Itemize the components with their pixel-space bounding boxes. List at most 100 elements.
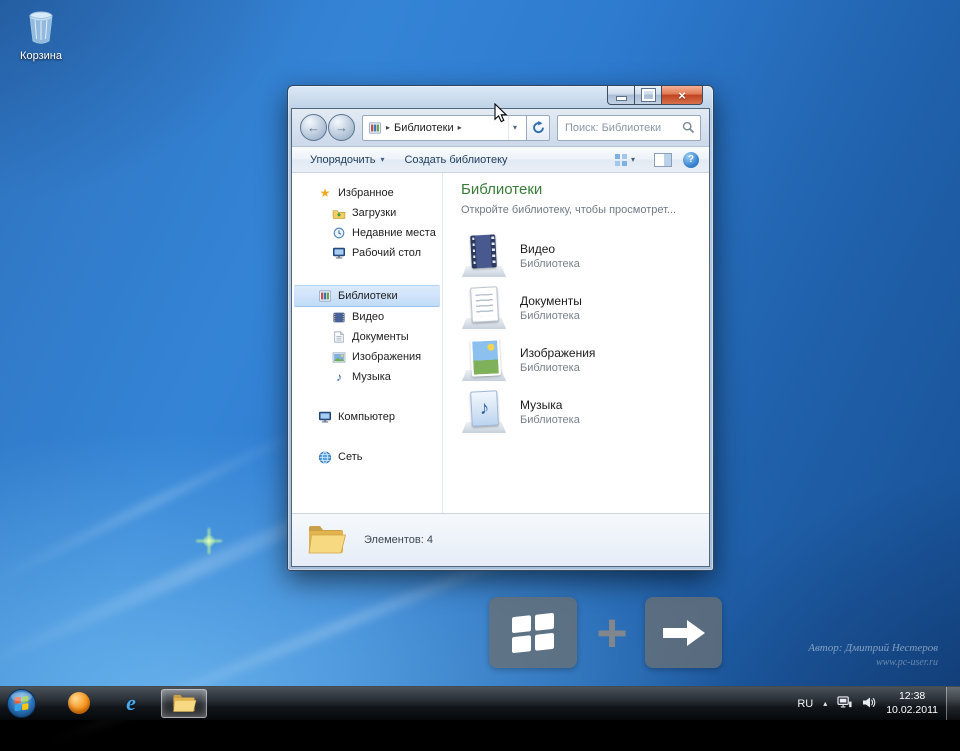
documents-library-icon — [461, 286, 507, 330]
sidebar-label: Загрузки — [352, 207, 397, 219]
show-desktop-button[interactable] — [946, 687, 960, 720]
sidebar-label: Документы — [352, 331, 409, 343]
library-name: Музыка — [520, 398, 563, 412]
organize-button[interactable]: Упорядочить ▾ — [302, 151, 392, 169]
sidebar-label: Сеть — [338, 451, 363, 463]
library-item-pictures[interactable]: Изображения Библиотека — [461, 334, 696, 386]
command-toolbar: Упорядочить ▾ Создать библиотеку ▾ ? — [292, 147, 709, 173]
minimize-button[interactable] — [607, 86, 635, 105]
sidebar-item-documents[interactable]: Документы — [292, 327, 442, 347]
clock[interactable]: 12:38 10.02.2011 — [886, 690, 938, 717]
wallpaper-sparkle — [196, 528, 222, 554]
window-client-area: ← → ▸ Библиотеки ▸ ▾ Поиск: Библиотеки У… — [291, 108, 710, 567]
sidebar-label: Видео — [352, 311, 385, 323]
start-button[interactable] — [6, 688, 37, 719]
windows-flag-icon — [512, 612, 554, 653]
details-pane: Элементов: 4 — [292, 513, 709, 566]
libraries-icon — [319, 290, 331, 302]
refresh-icon — [532, 121, 544, 134]
organize-label: Упорядочить — [310, 153, 376, 166]
volume-tray-icon[interactable] — [862, 696, 876, 712]
taskbar-media-player-button[interactable] — [57, 689, 101, 716]
desktop-monitor-icon — [333, 247, 345, 259]
library-name: Видео — [520, 242, 556, 256]
breadcrumb-libraries[interactable]: Библиотеки — [394, 122, 454, 134]
network-tray-icon[interactable] — [837, 695, 852, 712]
new-library-label: Создать библиотеку — [404, 153, 508, 166]
sidebar-item-network[interactable]: Сеть — [292, 447, 442, 467]
forward-button[interactable]: → — [328, 114, 355, 141]
watermark: Автор: Дмитрий Нестеров www.pc-user.ru — [808, 641, 938, 670]
internet-explorer-icon: e — [126, 689, 136, 715]
music-note-icon: ♪ — [479, 397, 490, 420]
sidebar-item-favorites[interactable]: ★ Избранное — [292, 183, 442, 203]
recent-places-icon — [333, 227, 345, 239]
sidebar-label: Рабочий стол — [352, 247, 422, 259]
taskbar-explorer-button[interactable] — [161, 689, 207, 718]
recycle-bin-icon — [29, 11, 53, 44]
sidebar-item-downloads[interactable]: Загрузки — [292, 203, 442, 223]
taskbar-internet-explorer-button[interactable]: e — [109, 689, 153, 716]
folder-icon — [173, 694, 197, 712]
library-kind: Библиотека — [520, 258, 580, 270]
library-kind: Библиотека — [520, 310, 580, 322]
help-icon: ? — [687, 154, 695, 165]
library-item-documents[interactable]: Документы Библиотека — [461, 282, 696, 334]
library-kind: Библиотека — [520, 414, 580, 426]
maximize-icon — [640, 88, 656, 102]
star-icon: ★ — [319, 186, 331, 200]
taskbar: e RU ▴ 12:38 10.02.2011 — [0, 686, 960, 720]
watermark-author: Автор: Дмитрий Нестеров — [808, 642, 938, 654]
clock-time: 12:38 — [898, 689, 926, 702]
breadcrumb-separator-icon: ▸ — [386, 123, 391, 132]
sidebar-item-videos[interactable]: Видео — [292, 307, 442, 327]
sidebar-label: Избранное — [338, 187, 394, 199]
picture-icon — [332, 351, 346, 363]
help-button[interactable]: ? — [683, 151, 699, 168]
explorer-window: × ← → ▸ Библиотеки ▸ ▾ Поиск: Библиотеки… — [287, 85, 714, 571]
computer-icon — [319, 411, 331, 423]
chevron-down-icon: ▾ — [380, 155, 385, 164]
back-arrow-icon: ← — [307, 120, 320, 135]
minimize-icon — [615, 95, 627, 101]
breadcrumb-separator-icon[interactable]: ▸ — [458, 123, 462, 132]
change-view-button[interactable]: ▾ — [607, 151, 643, 169]
language-indicator[interactable]: RU — [797, 698, 813, 710]
win-key-hint — [489, 597, 577, 668]
media-player-icon — [68, 691, 90, 714]
search-icon — [682, 121, 695, 134]
search-box[interactable] — [557, 114, 701, 141]
new-library-button[interactable]: Создать библиотеку — [396, 151, 515, 169]
recycle-bin-desktop-icon[interactable]: Корзина — [12, 8, 70, 62]
maximize-button[interactable] — [635, 86, 662, 105]
system-tray: RU ▴ 12:38 10.02.2011 — [797, 690, 960, 717]
tray-expand-icon[interactable]: ▴ — [823, 699, 827, 708]
sidebar-item-recent-places[interactable]: Недавние места — [292, 223, 442, 243]
video-icon — [333, 312, 345, 322]
libraries-icon — [369, 121, 381, 134]
sidebar-item-pictures[interactable]: Изображения — [292, 347, 442, 367]
sidebar-item-desktop[interactable]: Рабочий стол — [292, 243, 442, 263]
back-button[interactable]: ← — [300, 114, 327, 141]
sidebar-label: Недавние места — [352, 227, 436, 239]
search-input[interactable] — [563, 120, 679, 135]
windows-start-icon — [6, 688, 37, 719]
sidebar-item-libraries[interactable]: Библиотеки — [294, 285, 440, 307]
library-kind: Библиотека — [520, 362, 580, 374]
close-button[interactable]: × — [662, 86, 703, 105]
preview-pane-button[interactable] — [654, 152, 672, 167]
library-item-video[interactable]: Видео Библиотека — [461, 230, 696, 282]
refresh-button[interactable] — [526, 114, 550, 141]
pictures-library-icon — [461, 338, 507, 382]
sidebar-item-computer[interactable]: Компьютер — [292, 407, 442, 427]
folder-icon — [308, 526, 346, 554]
plus-sign-hint: + — [596, 603, 628, 663]
sidebar-label: Музыка — [352, 371, 391, 383]
address-dropdown-button[interactable]: ▾ — [507, 115, 521, 140]
watermark-site: www.pc-user.ru — [875, 657, 938, 669]
library-item-music[interactable]: ♪ Музыка Библиотека — [461, 386, 696, 438]
sidebar-label: Библиотеки — [338, 290, 398, 302]
recycle-bin-label: Корзина — [20, 50, 62, 62]
sidebar-item-music[interactable]: ♪ Музыка — [292, 367, 442, 387]
right-arrow-key-hint — [645, 597, 722, 668]
